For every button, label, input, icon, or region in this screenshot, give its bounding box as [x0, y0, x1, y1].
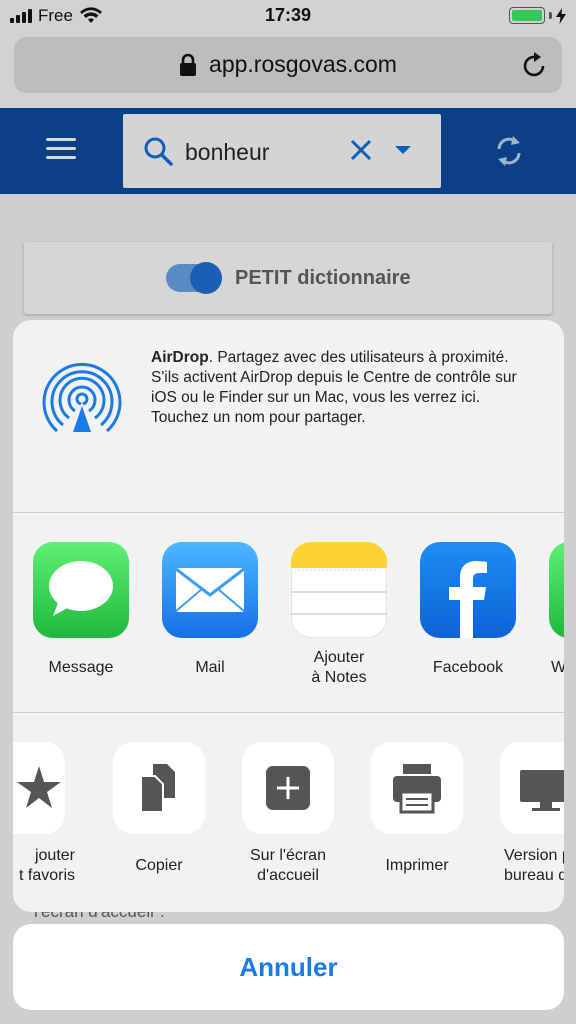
status-right — [509, 7, 566, 24]
share-app-mail[interactable]: Mail — [150, 542, 270, 678]
airdrop-title: AirDrop — [151, 349, 209, 366]
battery-icon — [509, 7, 545, 24]
hamburger-menu-icon[interactable] — [46, 138, 76, 165]
action-copy[interactable]: Copier — [99, 742, 219, 876]
address-bar[interactable]: app.rosgovas.com — [14, 37, 562, 93]
dropdown-arrow-icon[interactable] — [395, 146, 411, 154]
share-app-label: Message — [48, 659, 114, 676]
lock-icon — [180, 53, 197, 76]
airdrop-icon — [42, 362, 122, 433]
share-app-label: Ajouter à Notes — [279, 648, 399, 688]
share-app-label: W — [551, 659, 564, 676]
share-app-notes[interactable]: Ajouter à Notes — [279, 542, 399, 688]
status-time: 17:39 — [264, 5, 312, 25]
dictionary-toggle-card: PETIT dictionnaire — [24, 242, 552, 314]
sync-icon[interactable] — [494, 134, 524, 168]
status-bar: Free 17:39 — [0, 0, 576, 32]
notes-icon — [291, 542, 387, 638]
charging-icon — [556, 7, 566, 24]
cancel-label: Annuler — [239, 952, 338, 982]
reload-icon[interactable] — [522, 51, 548, 79]
search-input-value[interactable]: bonheur — [185, 139, 269, 166]
messages-icon — [33, 542, 129, 638]
action-label-line: jouter — [34, 847, 75, 864]
airdrop-section: AirDrop. Partagez avec des utilisateurs … — [13, 320, 564, 512]
add-icon — [242, 742, 334, 834]
share-app-label-line: Ajouter — [313, 649, 365, 666]
action-label: Copier — [135, 857, 183, 874]
copy-icon — [113, 742, 205, 834]
share-app-facebook[interactable]: Facebook — [408, 542, 528, 678]
desktop-icon — [500, 742, 564, 834]
star-icon — [13, 742, 65, 834]
action-label: Imprimer — [385, 857, 449, 874]
share-app-label: Mail — [195, 659, 225, 676]
action-label-line: bureau du — [504, 867, 564, 884]
share-app-label: Facebook — [432, 659, 504, 676]
share-apps-row: Message Mail Ajouter à Notes Facebook W — [13, 512, 564, 712]
action-print[interactable]: Imprimer — [357, 742, 477, 876]
action-label: jouter t favoris — [13, 846, 79, 886]
cancel-button[interactable]: Annuler — [13, 924, 564, 1010]
printer-icon — [371, 742, 463, 834]
whatsapp-icon — [549, 542, 564, 638]
share-app-message[interactable]: Message — [21, 542, 141, 678]
search-icon — [144, 137, 173, 166]
action-desktop-version[interactable]: Version p bureau du — [486, 742, 564, 886]
share-actions-row: jouter t favoris Copier Sur l'écran d'ac… — [13, 712, 564, 912]
action-label: Sur l'écran d'accueil — [228, 846, 348, 886]
clear-icon[interactable] — [349, 138, 373, 162]
action-label-line: Sur l'écran — [250, 847, 326, 864]
action-label-line: Version p — [504, 847, 564, 864]
action-add-to-home[interactable]: Sur l'écran d'accueil — [228, 742, 348, 886]
action-add-bookmark[interactable]: jouter t favoris — [13, 742, 79, 886]
url-text: app.rosgovas.com — [209, 51, 397, 77]
share-app-whatsapp[interactable]: W — [537, 542, 564, 678]
airdrop-description: AirDrop. Partagez avec des utilisateurs … — [151, 348, 535, 428]
app-header: bonheur — [0, 108, 576, 194]
facebook-icon — [420, 542, 516, 638]
mail-icon — [162, 542, 258, 638]
search-field[interactable]: bonheur — [123, 114, 441, 188]
share-app-label-line: à Notes — [311, 669, 367, 686]
share-sheet: AirDrop. Partagez avec des utilisateurs … — [13, 320, 564, 912]
battery-nub — [549, 12, 552, 19]
dictionary-toggle[interactable] — [166, 262, 222, 294]
action-label-line: t favoris — [18, 867, 75, 884]
dictionary-toggle-label: PETIT dictionnaire — [235, 267, 411, 289]
action-label: Version p bureau du — [486, 846, 564, 886]
toggle-knob — [190, 262, 222, 294]
action-label-line: d'accueil — [257, 867, 319, 884]
browser-toolbar: app.rosgovas.com — [0, 32, 576, 108]
address-bar-content: app.rosgovas.com — [14, 51, 562, 78]
